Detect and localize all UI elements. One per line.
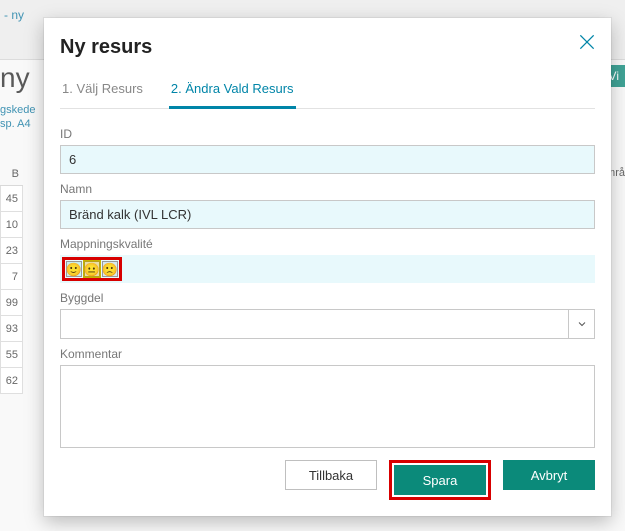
id-field[interactable] bbox=[60, 145, 595, 174]
quality-highlight-box: 🙂 😐 🙁 bbox=[62, 257, 122, 281]
byggdel-label: Byggdel bbox=[60, 291, 595, 305]
quality-label: Mappningskvalité bbox=[60, 237, 595, 251]
save-button[interactable]: Spara bbox=[394, 465, 486, 495]
cancel-button[interactable]: Avbryt bbox=[503, 460, 595, 490]
back-button[interactable]: Tillbaka bbox=[285, 460, 377, 490]
byggdel-select[interactable] bbox=[60, 309, 595, 339]
tab-edit-resource[interactable]: 2. Ändra Vald Resurs bbox=[169, 77, 296, 109]
comment-label: Kommentar bbox=[60, 347, 595, 361]
save-highlight-box: Spara bbox=[389, 460, 491, 500]
modal-footer: Tillbaka Spara Avbryt bbox=[60, 448, 595, 500]
chevron-down-icon[interactable] bbox=[569, 309, 595, 339]
name-label: Namn bbox=[60, 182, 595, 196]
quality-row: 🙂 😐 🙁 bbox=[60, 255, 595, 283]
comment-field[interactable] bbox=[60, 365, 595, 448]
modal-tabs: 1. Välj Resurs 2. Ändra Vald Resurs bbox=[60, 77, 595, 109]
tab-select-resource[interactable]: 1. Välj Resurs bbox=[60, 77, 145, 108]
id-label: ID bbox=[60, 127, 595, 141]
quality-neutral-icon[interactable]: 😐 bbox=[84, 261, 100, 277]
new-resource-modal: Ny resurs 1. Välj Resurs 2. Ändra Vald R… bbox=[44, 18, 611, 516]
byggdel-value[interactable] bbox=[60, 309, 569, 339]
close-icon[interactable] bbox=[577, 32, 597, 52]
quality-happy-icon[interactable]: 🙂 bbox=[66, 261, 82, 277]
name-field[interactable] bbox=[60, 200, 595, 229]
quality-sad-icon[interactable]: 🙁 bbox=[102, 261, 118, 277]
modal-title: Ny resurs bbox=[60, 36, 595, 59]
